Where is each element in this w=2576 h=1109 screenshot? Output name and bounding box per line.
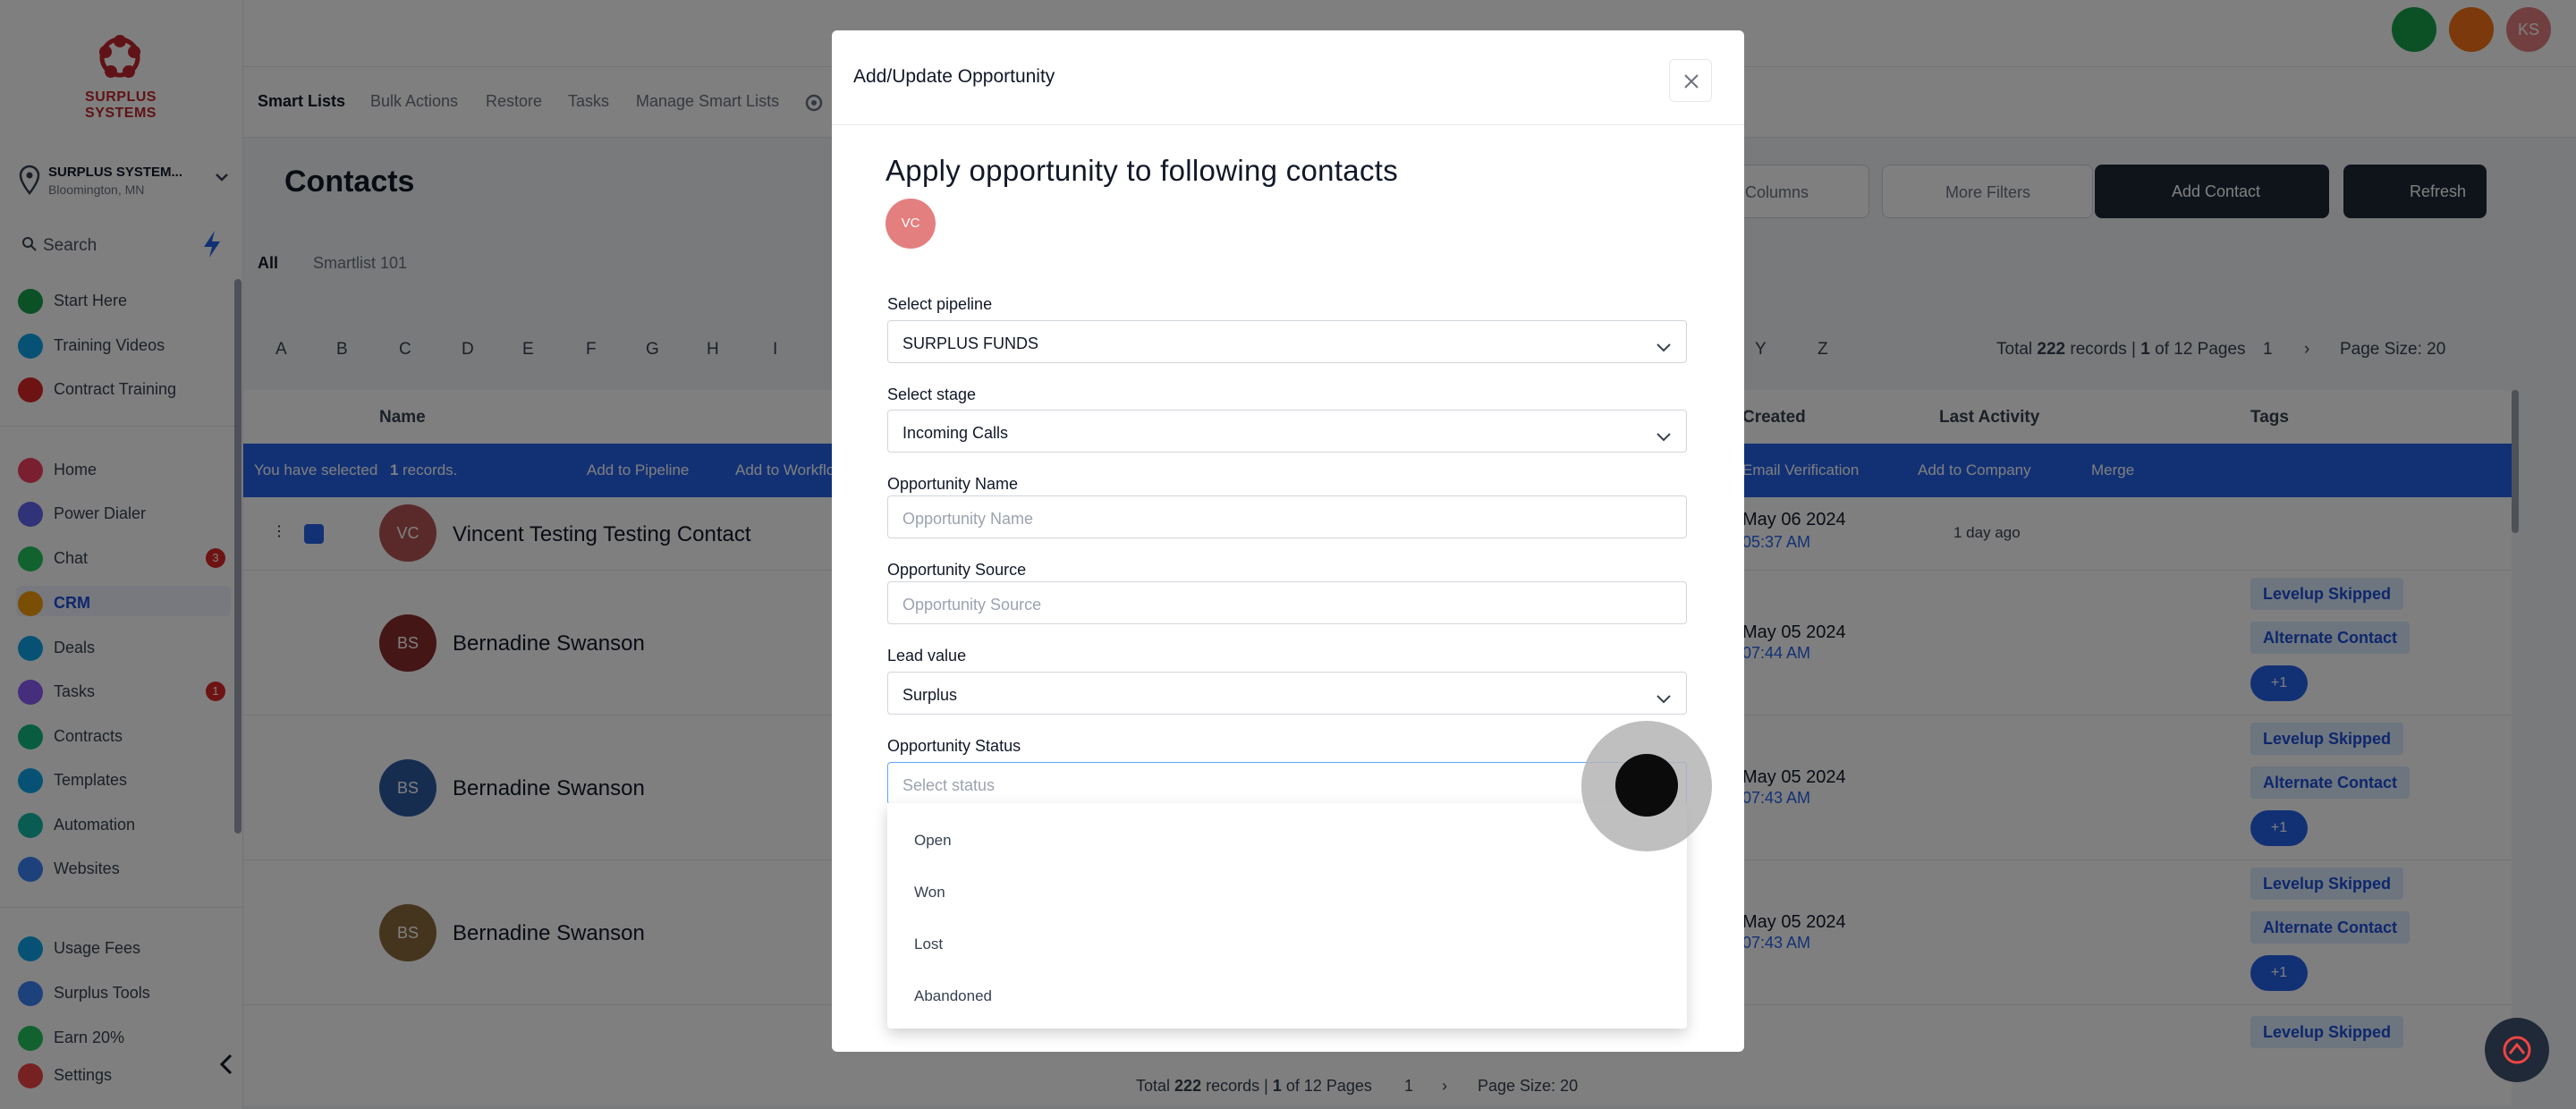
chat-widget-button[interactable]	[2485, 1018, 2549, 1082]
status-option-open[interactable]: Open	[914, 832, 952, 850]
chevron-down-icon	[1657, 343, 1671, 352]
opportunity-source-label: Opportunity Source	[887, 561, 1027, 579]
opportunity-status-placeholder: Select status	[902, 776, 996, 794]
brand-chat-icon	[2503, 1036, 2531, 1064]
lead-value-label: Lead value	[887, 647, 967, 665]
opportunity-source-placeholder: Opportunity Source	[902, 596, 1042, 614]
pipeline-label: Select pipeline	[887, 295, 993, 313]
stage-value: Incoming Calls	[902, 424, 1009, 442]
lead-value-select[interactable]: Surplus	[887, 672, 1687, 715]
selected-contact-avatar: VC	[886, 199, 936, 249]
modal-header: Add/Update Opportunity	[832, 30, 1744, 125]
opportunity-name-label: Opportunity Name	[887, 475, 1019, 493]
stage-label: Select stage	[887, 385, 977, 403]
pipeline-select[interactable]: SURPLUS FUNDS	[887, 320, 1687, 363]
status-option-abandoned[interactable]: Abandoned	[914, 987, 992, 1005]
close-button[interactable]	[1669, 59, 1712, 102]
add-update-opportunity-modal: Add/Update Opportunity Apply opportunity…	[832, 30, 1744, 1052]
opportunity-status-select[interactable]: Select status	[887, 762, 1687, 805]
modal-heading: Apply opportunity to following contacts	[886, 154, 1399, 187]
modal-title: Add/Update Opportunity	[853, 66, 1055, 87]
stage-select[interactable]: Incoming Calls	[887, 410, 1687, 453]
lead-value-value: Surplus	[902, 686, 958, 704]
close-icon	[1684, 74, 1699, 89]
status-option-won[interactable]: Won	[914, 884, 945, 902]
status-dropdown-menu: Open Won Lost Abandoned	[887, 803, 1687, 1029]
opportunity-status-label: Opportunity Status	[887, 737, 1021, 755]
opportunity-name-input[interactable]: Opportunity Name	[887, 495, 1687, 538]
chevron-down-icon	[1657, 695, 1671, 704]
opportunity-source-input[interactable]: Opportunity Source	[887, 581, 1687, 624]
status-option-lost[interactable]: Lost	[914, 935, 943, 953]
chevron-down-icon	[1657, 433, 1671, 442]
cursor-pointer	[1615, 754, 1678, 817]
opportunity-name-placeholder: Opportunity Name	[902, 510, 1034, 528]
pipeline-value: SURPLUS FUNDS	[902, 334, 1039, 352]
